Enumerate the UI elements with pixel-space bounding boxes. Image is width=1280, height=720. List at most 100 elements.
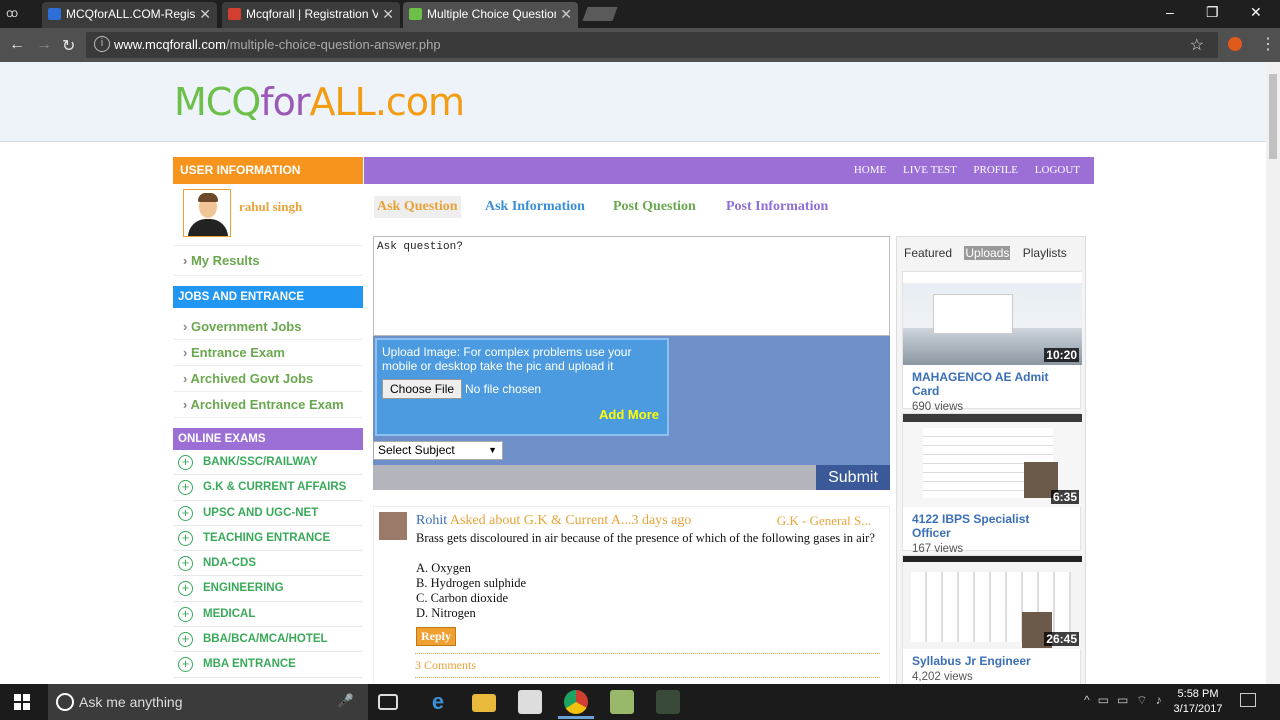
nav-home[interactable]: HOME (854, 164, 886, 176)
video-duration: 26:45 (1044, 632, 1079, 646)
tab-ask-question[interactable]: Ask Question (374, 196, 461, 218)
browser-profile-icon[interactable]: ꝏ (6, 6, 18, 20)
browser-tab-strip: ꝏ MCQforALL.COM-Registr ✕ Mcqforall | Re… (0, 0, 1280, 28)
my-results-link[interactable]: My Results (173, 246, 363, 276)
browser-tab-3[interactable]: Multiple Choice Question ✕ (403, 2, 578, 28)
entrance-exam-link[interactable]: Entrance Exam (173, 340, 363, 366)
video-thumbnail[interactable]: 26:45 (903, 556, 1082, 649)
info-icon[interactable]: i (94, 36, 110, 52)
video-title[interactable]: 4122 IBPS Specialist Officer (903, 507, 1080, 540)
plus-icon: + (178, 657, 193, 673)
cortana-icon (56, 693, 74, 711)
chrome-icon[interactable] (564, 690, 588, 714)
system-tray-icons[interactable]: ^▭▭⌔♪ (1084, 693, 1170, 708)
edge-icon[interactable]: e (426, 690, 450, 714)
post-header: Rohit Asked about G.K & Current A...3 da… (416, 513, 691, 529)
top-nav: HOME LIVE TEST PROFILE LOGOUT (840, 164, 1080, 176)
windows-start-icon[interactable] (14, 694, 30, 710)
tab-close-icon[interactable]: ✕ (382, 2, 394, 26)
subject-select[interactable]: Select Subject ▼ (373, 441, 503, 460)
exam-engineering[interactable]: + ENGINEERING (173, 576, 363, 602)
video-title[interactable]: Syllabus Jr Engineer (903, 649, 1080, 668)
exam-bba-bca-mca-hotel[interactable]: + BBA/BCA/MCA/HOTEL (173, 627, 363, 653)
taskbar-clock[interactable]: 5:58 PM 3/17/2017 (1170, 687, 1226, 717)
video-card[interactable]: 26:45 Syllabus Jr Engineer 4,202 views (902, 555, 1082, 684)
action-center-icon[interactable] (1240, 693, 1256, 707)
back-arrow-icon[interactable]: ← (9, 36, 25, 54)
tab-uploads[interactable]: Uploads (964, 246, 1011, 260)
nav-logout[interactable]: LOGOUT (1035, 164, 1080, 176)
plus-icon: + (178, 505, 193, 521)
youtube-tabs: Featured Uploads Playlists (903, 246, 1076, 260)
avatar[interactable] (183, 189, 231, 237)
forward-arrow-icon[interactable]: → (36, 36, 52, 54)
video-card[interactable]: 6:35 4122 IBPS Specialist Officer 167 vi… (902, 413, 1082, 555)
browser-tab-1[interactable]: MCQforALL.COM-Registr ✕ (42, 2, 217, 28)
exam-mba-entrance[interactable]: + MBA ENTRANCE (173, 652, 363, 678)
author-avatar[interactable] (379, 512, 407, 540)
scrollbar-thumb[interactable] (1269, 74, 1277, 159)
nav-profile[interactable]: PROFILE (973, 164, 1018, 176)
option-c: C. Carbon dioxide (416, 591, 509, 605)
video-thumbnail[interactable]: 6:35 (903, 414, 1082, 507)
submit-bar (373, 465, 890, 490)
question-textarea[interactable]: Ask question? (373, 236, 890, 336)
tab-close-icon[interactable]: ✕ (199, 2, 211, 26)
choose-file-button[interactable]: Choose File (382, 379, 463, 399)
exam-nda-cds[interactable]: + NDA-CDS (173, 551, 363, 577)
username: rahul singh (239, 199, 303, 214)
video-card[interactable]: 10:20 MAHAGENCO AE Admit Card 690 views (902, 271, 1082, 413)
browser-menu-icon[interactable]: ⋮ (1260, 34, 1276, 54)
tab-playlists[interactable]: Playlists (1022, 246, 1068, 260)
search-placeholder: Ask me anything (79, 694, 183, 710)
screenshot-app-icon[interactable] (610, 690, 634, 714)
close-window-button[interactable]: ✕ (1250, 4, 1262, 21)
bookmark-star-icon[interactable]: ☆ (1190, 35, 1204, 55)
file-explorer-icon[interactable] (472, 694, 496, 712)
tab-post-information[interactable]: Post Information (723, 196, 831, 218)
restore-button[interactable]: ❐ (1206, 4, 1219, 21)
video-title[interactable]: MAHAGENCO AE Admit Card (903, 365, 1080, 398)
archived-govt-jobs-link[interactable]: Archived Govt Jobs (173, 366, 363, 392)
submit-button[interactable]: Submit (816, 465, 890, 490)
exam-upsc-ugc-net[interactable]: + UPSC AND UGC-NET (173, 501, 363, 526)
tab-post-question[interactable]: Post Question (610, 196, 699, 218)
recorder-app-icon[interactable] (656, 690, 680, 714)
nav-live-test[interactable]: LIVE TEST (903, 164, 957, 176)
video-thumbnail[interactable]: 10:20 (903, 272, 1082, 365)
archived-entrance-exam-link[interactable]: Archived Entrance Exam (173, 392, 363, 418)
minimize-button[interactable]: – (1166, 4, 1174, 20)
favicon-icon (48, 8, 61, 20)
browser-tab-2[interactable]: Mcqforall | Registration V ✕ (222, 2, 400, 28)
tab-featured[interactable]: Featured (903, 246, 953, 260)
gmail-favicon-icon (228, 8, 241, 20)
post-meta: Asked about G.K & Current A...3 days ago (447, 513, 692, 528)
page-scrollbar[interactable] (1266, 62, 1280, 684)
exam-teaching-entrance[interactable]: + TEACHING ENTRANCE (173, 526, 363, 552)
cortana-search-box[interactable]: Ask me anything 🎤 (48, 684, 368, 720)
add-more-link[interactable]: Add More (599, 408, 659, 422)
government-jobs-link[interactable]: Government Jobs (173, 314, 363, 340)
tab-ask-information[interactable]: Ask Information (482, 196, 588, 218)
upload-instructions: Upload Image: For complex problems use y… (382, 345, 632, 373)
option-d: D. Nitrogen (416, 606, 476, 620)
comments-link[interactable]: 3 Comments (415, 653, 880, 678)
exam-medical[interactable]: + MEDICAL (173, 602, 363, 628)
task-view-icon[interactable] (378, 694, 398, 710)
tab-close-icon[interactable]: ✕ (560, 2, 572, 26)
exam-bank-ssc-railway[interactable]: + BANK/SSC/RAILWAY (173, 450, 363, 476)
address-bar[interactable]: i www.mcqforall.com/multiple-choice-ques… (86, 32, 1218, 58)
store-icon[interactable] (518, 690, 542, 714)
microphone-icon[interactable]: 🎤 (338, 693, 354, 709)
extension-icon[interactable] (1228, 37, 1242, 51)
new-tab-button[interactable] (582, 7, 618, 21)
exam-gk-current-affairs[interactable]: + G.K & CURRENT AFFAIRS (173, 475, 363, 501)
author-name[interactable]: Rohit (416, 513, 447, 528)
video-views: 4,202 views (912, 671, 973, 683)
reload-icon[interactable]: ↻ (62, 36, 75, 56)
reply-button[interactable]: Reply (416, 627, 456, 646)
youtube-widget: Featured Uploads Playlists 10:20 MAHAGEN… (896, 236, 1086, 684)
option-a: A. Oxygen (416, 561, 471, 575)
site-logo[interactable]: MCQforALL.com (174, 80, 465, 124)
post-category[interactable]: G.K - General S... (777, 513, 871, 529)
